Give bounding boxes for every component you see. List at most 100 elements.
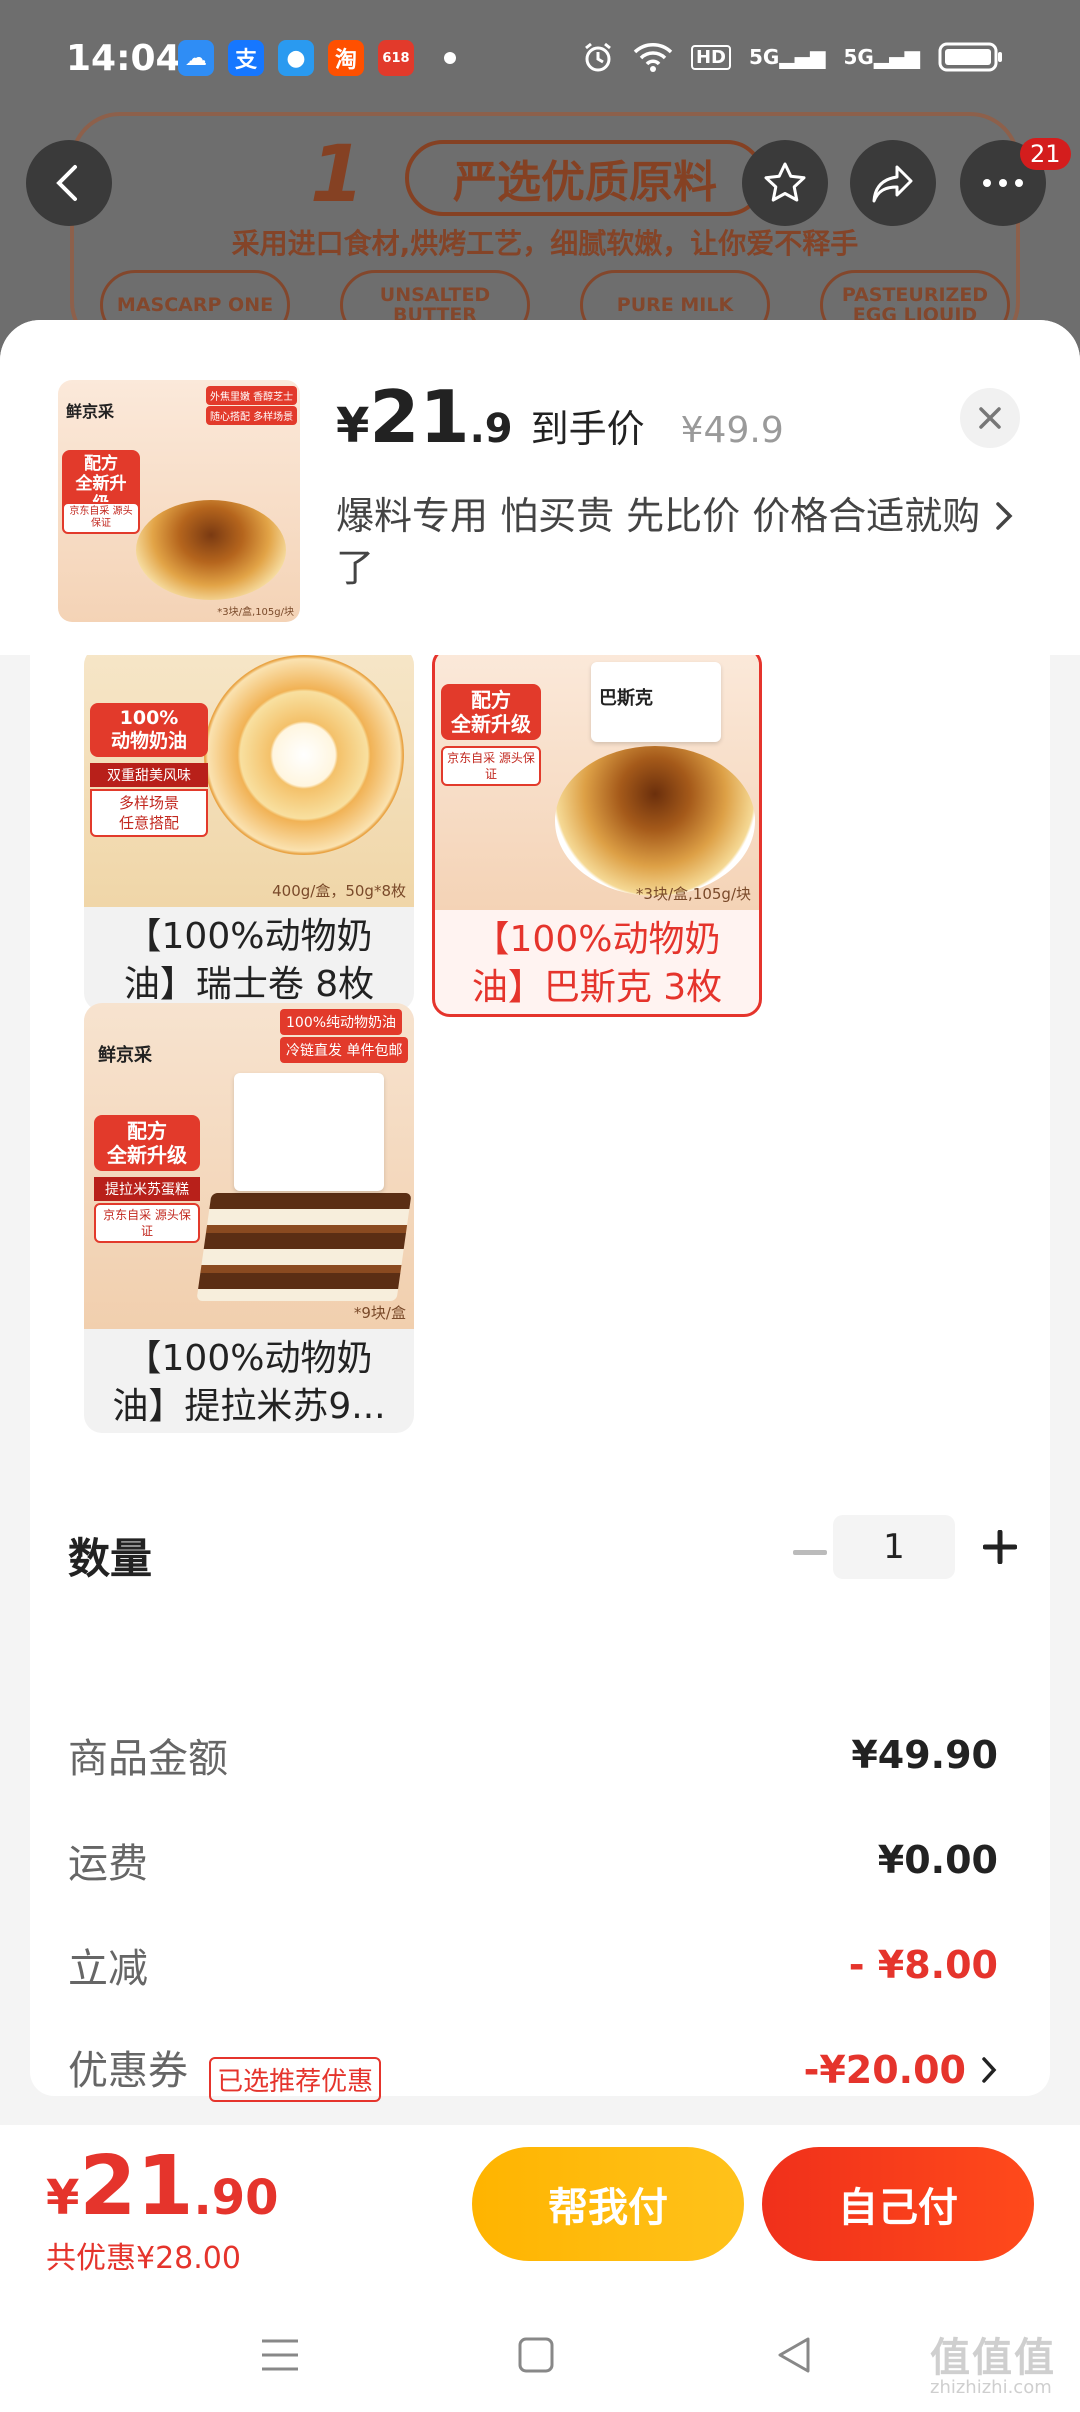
background-subtitle: 采用进口食材,烘烤工艺，细腻软嫩，让你爱不释手 — [231, 227, 859, 260]
qq-icon: ● — [278, 40, 314, 76]
variant-image: 巴斯克 配方 全新升级 京东自采 源头保证 *3块/盒,105g/块 — [435, 655, 759, 910]
cake-box-label: 巴斯克 — [599, 688, 653, 709]
taobao-icon: 淘 — [328, 40, 364, 76]
variant-extra-badge: 多样场景 任意搭配 — [90, 789, 208, 837]
price-row: ¥ 21 .9 到手价 ¥49.9 — [336, 375, 784, 459]
status-bar: 14:04 ☁ 支 ● 淘 618 HD 5G▂▄▆ 5G▂▄▆ — [0, 0, 1080, 125]
quantity-label: 数量 — [68, 1534, 153, 1583]
variant-option[interactable]: 鲜京采 100%纯动物奶油 冷链直发 单件包邮 配方 全新升级 提拉米苏蛋糕 京… — [84, 1003, 414, 1433]
back-button[interactable] — [26, 140, 112, 226]
background-step-number: 1 — [310, 130, 365, 220]
price-label: 到手价 — [530, 407, 645, 451]
recent-apps-button[interactable] — [250, 2325, 310, 2385]
variant-package-note: 400g/盒，50g*8枚 — [272, 882, 406, 900]
battery-icon — [938, 42, 1002, 72]
price-summary-card: 商品金额 ¥49.90 运费 ¥0.00 立减 - ¥8.00 优惠券 已选推荐… — [30, 1676, 1050, 2102]
minus-icon — [793, 1550, 827, 1555]
quantity-decrease-button[interactable] — [780, 1523, 840, 1583]
tiramisu-box-image — [234, 1073, 384, 1191]
summary-row-discount: 立减 - ¥8.00 — [68, 1936, 998, 1994]
close-icon — [979, 407, 1001, 429]
signal-5g-1-label: 5G — [749, 45, 780, 69]
thumb-package-note: *3块/盒,105g/块 — [217, 607, 294, 618]
variant-promo-badge-text: 配方 全新升级 — [451, 688, 531, 736]
total-saved: 共优惠¥28.00 — [46, 2241, 241, 2276]
status-app-icons: ☁ 支 ● 淘 618 — [178, 40, 456, 76]
notification-dot-icon — [444, 52, 456, 64]
sheet-header: 鲜京采 配方 全新升级 京东自采 源头保证 外焦里嫩 香醇芝士 随心搭配 多样场… — [0, 320, 1080, 655]
variant-sub-badge: 双重甜美风味 — [90, 763, 208, 787]
variant-extra-badge: 京东自采 源头保证 — [94, 1203, 200, 1243]
variant-top-tag: 冷链直发 单件包邮 — [280, 1037, 409, 1063]
chevron-right-icon[interactable] — [992, 498, 1016, 534]
star-icon — [764, 162, 806, 202]
system-back-button[interactable] — [764, 2325, 824, 2385]
variant-option-selected[interactable]: 巴斯克 配方 全新升级 京东自采 源头保证 *3块/盒,105g/块 【100%… — [432, 655, 762, 1017]
wifi-icon — [633, 43, 673, 72]
summary-label: 立减 — [68, 1946, 148, 1992]
variant-name: 【100%动物奶油】瑞士卷 8枚 — [123, 916, 375, 1005]
variant-package-note: *3块/盒,105g/块 — [635, 885, 751, 903]
more-dots-icon — [983, 179, 1023, 187]
background-step-title: 严选优质原料 — [405, 140, 765, 216]
favorite-button[interactable] — [742, 140, 828, 226]
cake-box-image: 巴斯克 — [591, 662, 721, 742]
variant-package-note: *9块/盒 — [353, 1304, 406, 1322]
variant-promo-badge: 配方 全新升级 — [441, 684, 541, 740]
variant-sub-badge: 提拉米苏蛋糕 — [94, 1177, 200, 1201]
share-button[interactable] — [850, 140, 936, 226]
pay-myself-button[interactable]: 自己付 — [762, 2147, 1034, 2261]
price-currency: ¥ — [336, 398, 370, 454]
total-price: ¥ 21 .90 — [46, 2139, 279, 2234]
quantity-input[interactable]: 1 — [833, 1515, 955, 1579]
watermark-url: zhizhizhi.com — [930, 2377, 1052, 2398]
total-integer: 21 — [79, 2139, 194, 2234]
original-price: ¥49.9 — [680, 410, 784, 451]
summary-value: -¥20.00 — [803, 2048, 966, 2092]
signal-5g-1: 5G▂▄▆ — [749, 45, 826, 69]
thumb-sub-badge: 京东自采 源头保证 — [62, 502, 140, 534]
tiramisu-image — [196, 1193, 412, 1301]
variant-promo-badge-text: 100% 动物奶油 — [110, 707, 187, 752]
variant-promo-badge-text: 配方 全新升级 — [107, 1119, 187, 1167]
variant-promo-badge: 配方 全新升级 — [94, 1115, 200, 1171]
cake-image — [136, 500, 286, 600]
summary-row-shipping: 运费 ¥0.00 — [68, 1831, 998, 1889]
notification-badge: 21 — [1020, 138, 1071, 170]
swiss-roll-image — [204, 655, 404, 855]
system-nav-bar: 值值值 zhizhizhi.com — [0, 2295, 1080, 2412]
alipay-icon: 支 — [228, 40, 264, 76]
home-button[interactable] — [506, 2325, 566, 2385]
summary-label: 运费 — [68, 1841, 148, 1887]
close-button[interactable] — [960, 388, 1020, 448]
product-thumbnail: 鲜京采 配方 全新升级 京东自采 源头保证 外焦里嫩 香醇芝士 随心搭配 多样场… — [58, 380, 300, 622]
help-me-pay-button[interactable]: 帮我付 — [472, 2147, 744, 2261]
variant-name: 【100%动物奶油】巴斯克 3枚 — [471, 919, 723, 1008]
alarm-icon — [585, 42, 611, 72]
product-description[interactable]: 爆料专用 怕买贵 先比价 价格合适就购了 — [336, 490, 986, 594]
back-triangle-icon — [778, 2337, 810, 2373]
price-decimal: .9 — [469, 406, 513, 452]
variant-sub-badge: 京东自采 源头保证 — [441, 746, 541, 786]
thumb-tag: 外焦里嫩 香醇芝士 — [206, 386, 298, 405]
cloud-weather-icon: ☁ — [178, 40, 214, 76]
brand-logo: 鲜京采 — [66, 402, 115, 421]
variant-name: 【100%动物奶油】提拉米苏9... — [112, 1338, 386, 1427]
total-currency: ¥ — [46, 2170, 80, 2226]
summary-row-coupon[interactable]: 优惠券 已选推荐优惠 -¥20.00 — [68, 2038, 998, 2102]
brand-logo: 鲜京采 — [98, 1045, 152, 1066]
quantity-increase-button[interactable] — [970, 1517, 1030, 1577]
thumb-tag: 随心搭配 多样场景 — [206, 406, 298, 425]
checkout-bar: ¥ 21 .90 共优惠¥28.00 帮我付 自己付 — [0, 2125, 1080, 2295]
total-decimal: .90 — [193, 2170, 279, 2226]
share-icon — [872, 165, 913, 203]
variant-image: 100% 动物奶油 双重甜美风味 多样场景 任意搭配 400g/盒，50g*8枚 — [84, 655, 414, 907]
home-square-icon — [518, 2337, 554, 2373]
coupon-tag: 已选推荐优惠 — [209, 2057, 382, 2102]
variant-top-tag: 100%纯动物奶油 — [280, 1009, 403, 1035]
menu-lines-icon — [262, 2339, 298, 2371]
price-integer: 21 — [369, 375, 470, 459]
variant-option[interactable]: 100% 动物奶油 双重甜美风味 多样场景 任意搭配 400g/盒，50g*8枚… — [84, 655, 414, 1011]
summary-value: - ¥8.00 — [848, 1943, 998, 1987]
variant-image: 鲜京采 100%纯动物奶油 冷链直发 单件包邮 配方 全新升级 提拉米苏蛋糕 京… — [84, 1003, 414, 1329]
